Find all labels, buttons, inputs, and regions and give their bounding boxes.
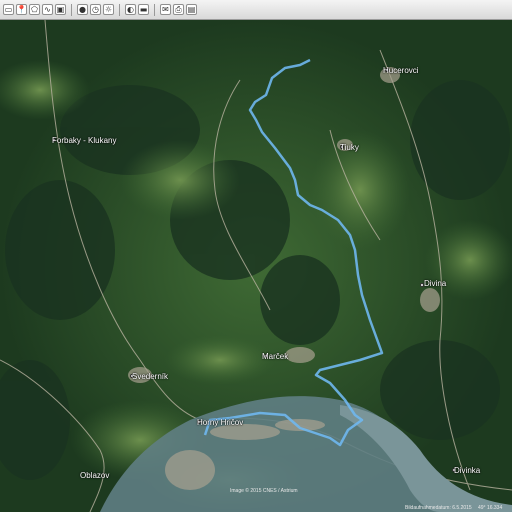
email-button[interactable]: ✉: [160, 4, 171, 15]
sun-icon: ☼: [104, 4, 113, 14]
image-overlay-button[interactable]: ▣: [55, 4, 66, 15]
place-label-tiuky[interactable]: Tiuky: [340, 143, 359, 152]
path-button[interactable]: ∿: [42, 4, 53, 15]
print-button[interactable]: ⎙: [173, 4, 184, 15]
hide-sidebar-button[interactable]: ▭: [3, 4, 14, 15]
toolbar-separator: [71, 3, 72, 16]
place-label-oblazov[interactable]: Oblazov: [80, 471, 109, 480]
place-label-divina[interactable]: Divina: [424, 279, 446, 288]
place-label-horny-hricov[interactable]: Horný Hričov: [197, 418, 243, 427]
path-icon: ∿: [44, 4, 51, 14]
place-label-marcek[interactable]: Marček: [262, 352, 288, 361]
email-icon: ✉: [162, 4, 169, 14]
place-label-divinka[interactable]: Divinka: [454, 466, 480, 475]
record-tour-icon: ●: [79, 4, 86, 14]
imagery-date: Bildaufnahmedatum: 6.5.2015: [405, 505, 472, 511]
satellite-imagery: [0, 20, 512, 512]
map-view[interactable]: Hucerovci Tiuky Forbaky - Klukany Divina…: [0, 20, 512, 512]
save-image-icon: ▤: [187, 4, 196, 14]
hide-sidebar-icon: ▭: [4, 4, 13, 14]
toolbar: ▭ 📍 ⬠ ∿ ▣ ● ◷ ☼ ◐ ▬ ✉ ⎙ ▤: [0, 0, 512, 20]
ruler-button[interactable]: ▬: [138, 4, 149, 15]
place-label-hucerovci[interactable]: Hucerovci: [383, 66, 419, 75]
print-icon: ⎙: [175, 4, 182, 14]
placemark-icon: 📍: [16, 4, 27, 14]
toolbar-separator: [119, 3, 120, 16]
place-label-forbaky-klukany[interactable]: Forbaky - Klukany: [52, 136, 116, 145]
ruler-icon: ▬: [139, 4, 148, 14]
planets-icon: ◐: [127, 4, 134, 14]
sun-button[interactable]: ☼: [103, 4, 114, 15]
cursor-coordinates: 49° 16.334: [478, 505, 503, 511]
polygon-icon: ⬠: [31, 4, 38, 14]
save-image-button[interactable]: ▤: [186, 4, 197, 15]
polygon-button[interactable]: ⬠: [29, 4, 40, 15]
imagery-attribution: Image © 2015 CNES / Astrium: [230, 488, 298, 494]
planets-button[interactable]: ◐: [125, 4, 136, 15]
placemark-button[interactable]: 📍: [16, 4, 27, 15]
image-overlay-icon: ▣: [56, 4, 65, 14]
place-label-svedernik[interactable]: Svederník: [132, 372, 168, 381]
historical-imagery-button[interactable]: ◷: [90, 4, 101, 15]
historical-imagery-icon: ◷: [92, 4, 99, 14]
toolbar-separator: [154, 3, 155, 16]
record-tour-button[interactable]: ●: [77, 4, 88, 15]
